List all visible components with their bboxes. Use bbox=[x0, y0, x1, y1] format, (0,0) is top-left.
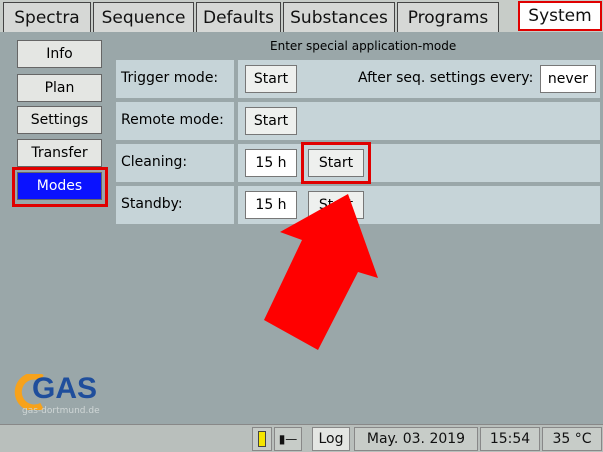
tab-sequence[interactable]: Sequence bbox=[93, 2, 194, 32]
gas-logo: GAS gas-dortmund.de bbox=[12, 372, 112, 416]
panel-heading: Enter special application-mode bbox=[270, 39, 457, 53]
sidebar-item-modes[interactable]: Modes bbox=[17, 172, 102, 200]
trigger-label: Trigger mode: bbox=[121, 70, 219, 86]
logo-text: GAS bbox=[32, 372, 98, 405]
remote-label: Remote mode: bbox=[121, 112, 224, 128]
cleaning-label: Cleaning: bbox=[121, 154, 188, 170]
standby-label: Standby: bbox=[121, 196, 183, 212]
status-time: 15:54 bbox=[480, 427, 540, 451]
logo-subtext: gas-dortmund.de bbox=[22, 406, 100, 416]
plug-icon: ▮— bbox=[274, 427, 302, 451]
sidebar-item-settings[interactable]: Settings bbox=[17, 106, 102, 134]
remote-start-button[interactable]: Start bbox=[245, 107, 297, 135]
cleaning-start-highlight-box bbox=[301, 142, 371, 184]
yellow-indicator-icon bbox=[258, 431, 266, 447]
tab-programs[interactable]: Programs bbox=[397, 2, 499, 32]
after-seq-label: After seq. settings every: bbox=[358, 70, 534, 86]
tab-spectra[interactable]: Spectra bbox=[3, 2, 91, 32]
trigger-start-button[interactable]: Start bbox=[245, 65, 297, 93]
status-temperature: 35 °C bbox=[542, 427, 602, 451]
red-arrow-icon bbox=[264, 194, 378, 350]
tab-system[interactable]: System bbox=[518, 1, 602, 31]
sidebar-item-transfer[interactable]: Transfer bbox=[17, 139, 102, 167]
sidebar-item-plan[interactable]: Plan bbox=[17, 74, 102, 102]
tab-defaults[interactable]: Defaults bbox=[196, 2, 281, 32]
cleaning-hours-field[interactable]: 15 h bbox=[245, 149, 297, 177]
status-indicator bbox=[252, 427, 272, 451]
tab-substances[interactable]: Substances bbox=[283, 2, 395, 32]
sidebar-item-info[interactable]: Info bbox=[17, 40, 102, 68]
status-date: May. 03. 2019 bbox=[354, 427, 478, 451]
log-button[interactable]: Log bbox=[312, 427, 350, 451]
after-seq-field[interactable]: never bbox=[540, 65, 596, 93]
